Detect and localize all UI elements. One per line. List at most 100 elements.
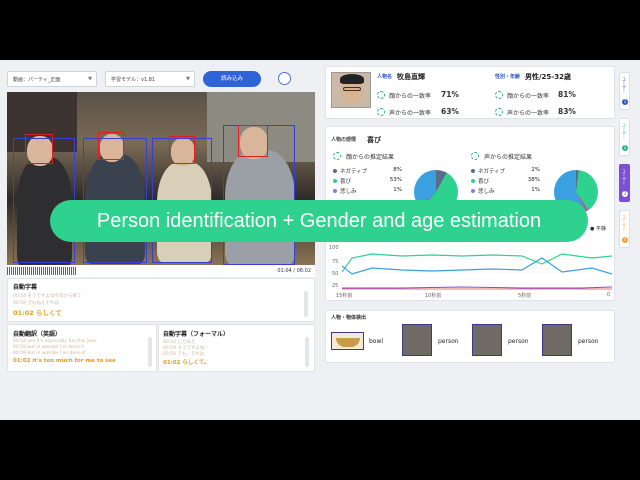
user-tab-number: 4 <box>622 237 628 243</box>
legend-label: 喜び <box>340 179 352 185</box>
caption-line: 00:54 そうですよね今日から来て <box>13 294 82 299</box>
person-thumbnail <box>472 324 502 356</box>
series-calm <box>342 257 612 275</box>
feature-banner: Person identification + Gender and age e… <box>50 200 588 242</box>
face-match-label: 顔からの一致率 <box>389 93 432 100</box>
legend-value: 38% <box>527 177 540 183</box>
user-tab-number: 3 <box>622 191 628 197</box>
chevron-down-icon: ▼ <box>88 76 92 82</box>
user-tab-1[interactable]: ユーザー 1 <box>619 72 630 110</box>
caption-current: 01:02 らしくて <box>13 309 62 317</box>
face-match-value-2: 81% <box>558 90 576 99</box>
translate-panel: 自動翻訳（英語） 00:54 yes it's especially fun t… <box>7 324 157 372</box>
face-match-value: 71% <box>441 90 459 99</box>
translate-current: 01:02 it's too much for me to see <box>13 358 116 364</box>
voice-match-value: 63% <box>441 107 459 116</box>
person-thumbnail <box>402 324 432 356</box>
face-box-3 <box>169 136 195 164</box>
x-tick: 15秒前 <box>336 293 353 299</box>
legend-dot <box>471 189 475 193</box>
voice-emotion-title: 声からの推定結果 <box>484 154 533 161</box>
chart-legend-label: 平静 <box>595 226 606 232</box>
user-tab-label: ユーザー <box>622 215 627 231</box>
emotion-value: 喜び <box>367 136 381 144</box>
legend-dot <box>333 169 337 173</box>
voice-emotion-icon <box>471 152 479 160</box>
object-label: person <box>508 338 529 345</box>
user-tab-number: 1 <box>622 99 628 105</box>
emotion-title: 人物の感情 <box>331 137 357 143</box>
user-tab-4[interactable]: ユーザー 4 <box>619 210 630 248</box>
caption-title: 自動字幕 <box>13 284 38 291</box>
voice-match-icon <box>377 108 385 116</box>
info-icon[interactable] <box>278 72 291 85</box>
video-time: 01:04 / 06:02 <box>277 268 311 274</box>
bowl-image <box>336 338 360 347</box>
caption-line: 00:59 but in wonder I've done it <box>13 351 86 356</box>
emotion-timeline-chart <box>342 246 612 290</box>
legend-value: 1% <box>393 187 402 193</box>
legend-label: ネガティブ <box>340 169 368 175</box>
legend-dot <box>333 189 337 193</box>
object-label: person <box>438 338 459 345</box>
legend-label: ネガティブ <box>478 169 506 175</box>
caption-scrollbar[interactable] <box>304 291 308 317</box>
avatar-glasses <box>343 87 361 91</box>
object-label: person <box>578 338 599 345</box>
formal-title: 自動字幕（フォーマル） <box>163 331 230 338</box>
legend-value: 8% <box>393 167 402 173</box>
face-match-icon <box>495 91 503 99</box>
formal-panel: 自動字幕（フォーマル） 00:54 したねえ 00:59 そうですよね 00:5… <box>158 324 315 372</box>
legend-value: 1% <box>531 187 540 193</box>
y-tick: 25 <box>332 283 339 289</box>
user-tab-3[interactable]: ユーザー 3 <box>619 164 630 202</box>
chart-legend: ● 平静 <box>590 226 606 232</box>
avatar <box>331 72 371 108</box>
user-tab-2[interactable]: ユーザー 2 <box>619 118 630 156</box>
face-box-1 <box>25 134 53 164</box>
caption-line: 00:59 でもねえそれは <box>13 301 59 306</box>
legend-dot <box>471 179 475 183</box>
x-tick: 10秒前 <box>425 293 442 299</box>
legend-label: 悲しみ <box>478 189 495 195</box>
user-tab-number: 2 <box>622 145 628 151</box>
caption-line: 00:54 yes it's especially fun this year <box>13 339 97 344</box>
face-emotion-icon <box>333 152 341 160</box>
gender-age-label: 性別・年齢 <box>495 74 521 80</box>
caption-panel: 自動字幕 00:54 そうですよね今日から来て 00:59 でもねえそれは 01… <box>7 278 315 322</box>
x-tick: 5秒前 <box>518 293 532 299</box>
y-tick: 100 <box>329 245 339 251</box>
y-tick: 75 <box>332 259 339 265</box>
person-thumbnail <box>542 324 572 356</box>
y-tick: 50 <box>332 271 339 277</box>
translate-scrollbar[interactable] <box>148 337 152 367</box>
person-name: 牧島直輝 <box>397 73 425 81</box>
user-tab-label: ユーザー <box>622 169 627 185</box>
video-select[interactable]: 動画：パーティ_正面 ▼ <box>7 71 97 87</box>
audio-waveform <box>7 267 77 275</box>
model-select[interactable]: 学習モデル：v1.81 ▼ <box>105 71 195 87</box>
face-match-label: 顔からの一致率 <box>507 93 550 100</box>
object-label: bowl <box>369 338 384 345</box>
x-tick: 0 <box>607 292 611 298</box>
face-box-2 <box>98 132 124 160</box>
caption-line: 00:59 but in wonder I'm done it <box>13 345 85 350</box>
bowl-thumbnail <box>331 332 364 350</box>
legend-value: 53% <box>389 177 402 183</box>
objects-title: 人物・物体検出 <box>331 315 367 321</box>
user-tab-label: ユーザー <box>622 77 627 93</box>
voice-match-label: 声からの一致率 <box>507 110 550 117</box>
legend-label: 喜び <box>478 179 490 185</box>
face-emotion-title: 顔からの推定結果 <box>346 154 395 161</box>
formal-scrollbar[interactable] <box>305 337 309 367</box>
caption-line: 00:59 でも、それは <box>163 352 205 357</box>
video-timeline[interactable]: 01:04 / 06:02 <box>7 265 315 277</box>
face-match-icon <box>377 91 385 99</box>
name-label: 人物名 <box>377 74 393 80</box>
series-negative <box>342 286 612 289</box>
voice-match-value-2: 83% <box>558 107 576 116</box>
voice-match-label: 声からの一致率 <box>389 110 432 117</box>
load-button[interactable]: 読み込み <box>203 71 261 87</box>
legend-dot <box>333 179 337 183</box>
translate-title: 自動翻訳（英語） <box>13 331 62 338</box>
